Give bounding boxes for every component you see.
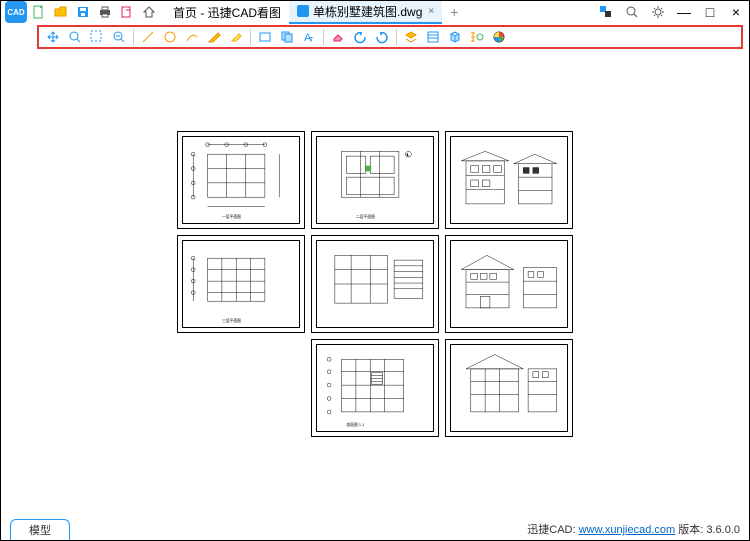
footer-info: 迅捷CAD: www.xunjiecad.com 版本: 3.6.0.0	[527, 521, 740, 537]
sheet-elevation-1	[445, 131, 573, 229]
erase-icon[interactable]	[328, 27, 348, 47]
export-icon[interactable]	[119, 4, 135, 20]
separator	[396, 29, 397, 45]
svg-text:剖面图 1-1: 剖面图 1-1	[346, 422, 364, 427]
svg-text:二层平面图: 二层平面图	[356, 214, 375, 219]
color-wheel-icon[interactable]	[489, 27, 509, 47]
sheet-plan-3: 三层平面图	[177, 235, 305, 333]
copy-icon[interactable]	[277, 27, 297, 47]
footer-version: 3.6.0.0	[706, 524, 740, 536]
layers-icon[interactable]	[597, 3, 615, 21]
svg-text:1: 1	[407, 153, 409, 157]
home-icon[interactable]	[141, 4, 157, 20]
tab-bar: 首页 - 迅捷CAD看图 单栋别墅建筑图.dwg × +	[165, 1, 466, 24]
gear-icon[interactable]	[649, 3, 667, 21]
tab-file[interactable]: 单栋别墅建筑图.dwg ×	[289, 1, 442, 24]
new-file-icon[interactable]	[31, 4, 47, 20]
sheet-empty	[177, 339, 305, 437]
separator	[250, 29, 251, 45]
separator	[133, 29, 134, 45]
quick-access-toolbar	[31, 4, 157, 20]
footer-version-label: 版本:	[675, 524, 706, 536]
tab-label: 单栋别墅建筑图.dwg	[313, 3, 422, 20]
pan-icon[interactable]	[43, 27, 63, 47]
svg-text:一层平面图: 一层平面图	[222, 214, 241, 219]
drawing-canvas[interactable]: 一层平面图 1 二层平面图 三层平面图 剖面图 1-1	[2, 51, 748, 518]
svg-text:T: T	[309, 37, 314, 44]
3d-cube-icon[interactable]	[445, 27, 465, 47]
svg-text:三层平面图: 三层平面图	[222, 318, 241, 323]
layer-icon[interactable]	[401, 27, 421, 47]
sheet-section-1: 剖面图 1-1	[311, 339, 439, 437]
footer-link[interactable]: www.xunjiecad.com	[579, 524, 676, 536]
zoom-icon[interactable]	[623, 3, 641, 21]
properties-icon[interactable]	[423, 27, 443, 47]
sheet-plan-4	[311, 235, 439, 333]
sheet-section-2	[445, 339, 573, 437]
print-icon[interactable]	[97, 4, 113, 20]
add-tab-button[interactable]: +	[442, 2, 466, 22]
zoom-window-icon[interactable]	[87, 27, 107, 47]
measure-icon[interactable]	[467, 27, 487, 47]
drawing-sheets: 一层平面图 1 二层平面图 三层平面图 剖面图 1-1	[177, 131, 573, 437]
sheet-plan-2: 1 二层平面图	[311, 131, 439, 229]
undo-icon[interactable]	[350, 27, 370, 47]
close-button[interactable]: ×	[727, 3, 745, 21]
highlight-icon[interactable]	[226, 27, 246, 47]
titlebar: CAD 首页 - 迅捷CAD看图 单栋别墅建筑图.dwg × + — □ ×	[1, 1, 749, 23]
minimize-button[interactable]: —	[675, 3, 693, 21]
footer-prefix: 迅捷CAD:	[527, 524, 578, 536]
tab-label: 首页 - 迅捷CAD看图	[173, 4, 281, 21]
close-icon[interactable]: ×	[428, 6, 434, 17]
sheet-elevation-2	[445, 235, 573, 333]
open-file-icon[interactable]	[53, 4, 69, 20]
line-icon[interactable]	[138, 27, 158, 47]
file-icon	[297, 5, 309, 17]
redo-icon[interactable]	[372, 27, 392, 47]
separator	[323, 29, 324, 45]
sheet-plan-1: 一层平面图	[177, 131, 305, 229]
maximize-button[interactable]: □	[701, 3, 719, 21]
circle-icon[interactable]	[160, 27, 180, 47]
app-icon: CAD	[5, 1, 27, 23]
zoom-extents-icon[interactable]	[65, 27, 85, 47]
status-bar: 模型 迅捷CAD: www.xunjiecad.com 版本: 3.6.0.0	[2, 519, 748, 539]
tab-home[interactable]: 首页 - 迅捷CAD看图	[165, 2, 289, 23]
model-tab[interactable]: 模型	[10, 519, 70, 540]
rectangle-icon[interactable]	[255, 27, 275, 47]
save-icon[interactable]	[75, 4, 91, 20]
text-icon[interactable]: AT	[299, 27, 319, 47]
arc-icon[interactable]	[182, 27, 202, 47]
window-controls: — □ ×	[597, 3, 745, 21]
main-toolbar: AT	[37, 25, 743, 49]
edit-icon[interactable]	[204, 27, 224, 47]
zoom-out-icon[interactable]	[109, 27, 129, 47]
